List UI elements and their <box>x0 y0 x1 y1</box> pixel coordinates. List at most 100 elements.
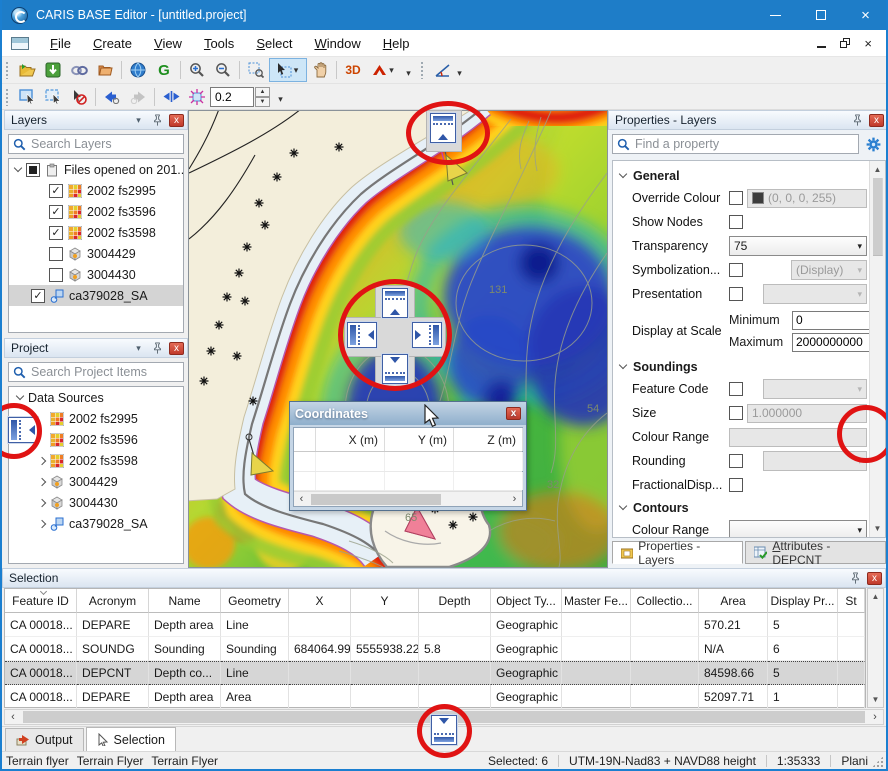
flyer-tool-dropdown[interactable]: ▾ <box>387 65 396 76</box>
zoom-window-button[interactable] <box>243 58 269 82</box>
coordinates-close-icon[interactable]: x <box>506 407 521 420</box>
minimize-button[interactable] <box>753 0 798 30</box>
scroll-up-icon[interactable]: ▲ <box>872 592 880 601</box>
toolbar-grip[interactable] <box>5 61 10 79</box>
properties-vscrollbar[interactable]: ▲ ▼ <box>869 161 885 537</box>
project-item[interactable]: 2002 fs3598 <box>9 450 183 471</box>
maximize-button[interactable] <box>798 0 843 30</box>
scroll-up-icon[interactable]: ▲ <box>874 161 882 178</box>
layer-checkbox[interactable] <box>49 247 63 261</box>
coordinates-window[interactable]: Coordinates x X (m) Y (m) Z (m) ‹ › <box>289 401 527 511</box>
zoom-out-button[interactable] <box>210 58 236 82</box>
menu-view[interactable]: View <box>143 32 193 55</box>
cell-selected[interactable]: 84598.66 <box>699 661 768 685</box>
cell-selected[interactable] <box>289 661 351 685</box>
document-icon[interactable] <box>11 37 29 50</box>
dock-center-left-button[interactable] <box>347 322 377 348</box>
col-master-feature[interactable]: Master Fe... <box>562 589 631 613</box>
toolbar2-overflow-dropdown[interactable]: ▾ <box>276 94 285 105</box>
deselect-button[interactable] <box>66 85 92 109</box>
cell[interactable]: Geographic <box>491 637 562 661</box>
status-flyer-2[interactable]: Terrain Flyer <box>73 754 148 768</box>
layer-item[interactable]: 2002 fs3598 <box>9 222 183 243</box>
expander-icon[interactable] <box>16 392 24 400</box>
cell[interactable]: DEPARE <box>77 613 149 637</box>
selection-vscrollbar[interactable]: ▲▼ <box>867 588 884 708</box>
status-flyer-3[interactable]: Terrain Flyer <box>147 754 222 768</box>
cell[interactable]: Area <box>221 685 289 709</box>
layer-item[interactable]: 2002 fs3596 <box>9 201 183 222</box>
web-map-button[interactable] <box>125 58 151 82</box>
layer-item[interactable]: 2002 fs2995 <box>9 180 183 201</box>
select-tool-dropdown[interactable]: ▾ <box>292 65 301 76</box>
cell[interactable]: 5 <box>768 613 838 637</box>
layer-checkbox[interactable] <box>31 289 45 303</box>
cell[interactable] <box>631 613 699 637</box>
toolbar-grip-3[interactable] <box>5 88 10 106</box>
cell-selected[interactable]: Line <box>221 661 289 685</box>
select-by-lasso-button[interactable] <box>40 85 66 109</box>
resize-grip[interactable] <box>872 756 884 768</box>
col-area[interactable]: Area <box>699 589 768 613</box>
layer-item[interactable]: 3004430 <box>9 264 183 285</box>
project-menu-dropdown-icon[interactable]: ▾ <box>131 341 146 355</box>
cell[interactable]: 5.8 <box>419 637 491 661</box>
project-panel-header[interactable]: Project ▾ x <box>4 338 188 358</box>
col-x[interactable]: X <box>289 589 351 613</box>
col-y[interactable]: Y <box>351 589 419 613</box>
root-checkbox[interactable] <box>26 163 40 177</box>
selection-close-icon[interactable]: x <box>867 572 882 585</box>
cell-selected[interactable] <box>631 661 699 685</box>
col-depth[interactable]: Depth <box>419 589 491 613</box>
maximum-input[interactable] <box>792 333 869 352</box>
cell-selected[interactable] <box>562 661 631 685</box>
settings-gear-icon[interactable] <box>865 136 882 153</box>
coordinates-hscrollbar[interactable]: ‹ › <box>294 491 522 506</box>
expander-icon[interactable] <box>38 498 46 506</box>
select-by-rectangle-button[interactable] <box>14 85 40 109</box>
project-tree-root[interactable]: Data Sources <box>9 387 183 408</box>
cell[interactable] <box>351 685 419 709</box>
col-feature-id[interactable]: Feature ID <box>5 589 77 613</box>
symbolization-checkbox[interactable] <box>729 263 743 277</box>
link-data-button[interactable] <box>66 58 92 82</box>
properties-pin-icon[interactable] <box>850 113 865 127</box>
col-geometry[interactable]: Geometry <box>221 589 289 613</box>
layers-search-input[interactable]: Search Layers <box>8 134 184 154</box>
close-button[interactable]: × <box>843 0 888 30</box>
col-status[interactable]: St <box>838 589 865 613</box>
tab-selection[interactable]: Selection <box>86 727 176 751</box>
layers-pin-icon[interactable] <box>150 113 165 127</box>
menu-window[interactable]: Window <box>303 32 371 55</box>
cell[interactable]: 5555938.22 <box>351 637 419 661</box>
cell-selected[interactable]: DEPCNT <box>77 661 149 685</box>
col-object-type[interactable]: Object Ty... <box>491 589 562 613</box>
tab-attributes-depcnt[interactable]: Attributes - DEPCNT <box>745 541 886 564</box>
size-checkbox[interactable] <box>729 406 743 420</box>
scroll-down-icon[interactable]: ▼ <box>874 520 882 537</box>
project-item[interactable]: 3004429 <box>9 471 183 492</box>
menu-create[interactable]: Create <box>82 32 143 55</box>
col-acronym[interactable]: Acronym <box>77 589 149 613</box>
toolbar-overflow-dropdown[interactable]: ▾ <box>404 68 413 79</box>
cell[interactable]: 52097.71 <box>699 685 768 709</box>
tolerance-stepper[interactable]: ▲▼ <box>255 87 270 107</box>
scroll-left-icon[interactable]: ‹ <box>294 493 309 505</box>
layer-checkbox[interactable] <box>49 268 63 282</box>
scroll-right-icon[interactable]: › <box>867 711 883 723</box>
cell[interactable] <box>562 685 631 709</box>
cell-selected[interactable]: CA 00018... <box>5 661 77 685</box>
cell[interactable] <box>289 685 351 709</box>
col-collection[interactable]: Collectio... <box>631 589 699 613</box>
manage-files-button[interactable] <box>92 58 118 82</box>
cell-selected[interactable] <box>419 661 491 685</box>
select-tool-button[interactable]: ▾ <box>269 58 307 82</box>
dock-top-button[interactable] <box>430 113 456 143</box>
pan-tool-button[interactable] <box>307 58 333 82</box>
cell[interactable]: CA 00018... <box>5 685 77 709</box>
dock-center-down-button[interactable] <box>382 354 408 384</box>
cell[interactable] <box>838 613 865 637</box>
scroll-thumb[interactable] <box>311 494 441 505</box>
menu-tools[interactable]: Tools <box>193 32 245 55</box>
zoom-in-button[interactable] <box>184 58 210 82</box>
